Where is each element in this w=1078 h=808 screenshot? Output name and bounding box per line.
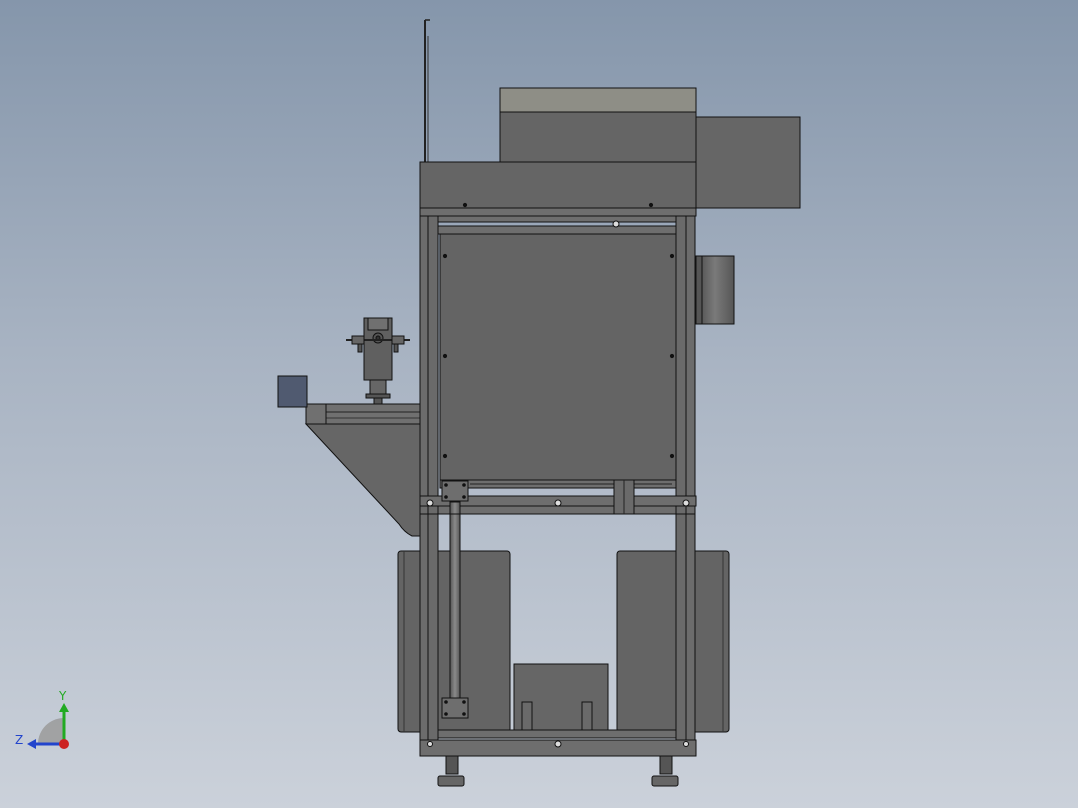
y-axis-label: Y bbox=[58, 689, 67, 703]
bin-right bbox=[616, 550, 730, 733]
triad-arc bbox=[38, 718, 64, 744]
z-axis-label: Z bbox=[15, 733, 23, 747]
machine-drawing: Y Z bbox=[15, 19, 801, 787]
side-box bbox=[695, 116, 801, 209]
chute-box bbox=[277, 375, 308, 408]
side-chute bbox=[277, 375, 421, 537]
top-plate bbox=[499, 87, 697, 113]
motor-assembly bbox=[346, 317, 410, 405]
leveling-feet bbox=[437, 755, 679, 787]
cad-viewport[interactable]: Y Z bbox=[0, 0, 1078, 808]
x-axis-origin bbox=[59, 739, 69, 749]
lower-housing bbox=[419, 161, 697, 211]
vertical-rod bbox=[424, 19, 430, 162]
center-panel bbox=[439, 233, 677, 485]
axis-triad: Y Z bbox=[15, 689, 69, 749]
